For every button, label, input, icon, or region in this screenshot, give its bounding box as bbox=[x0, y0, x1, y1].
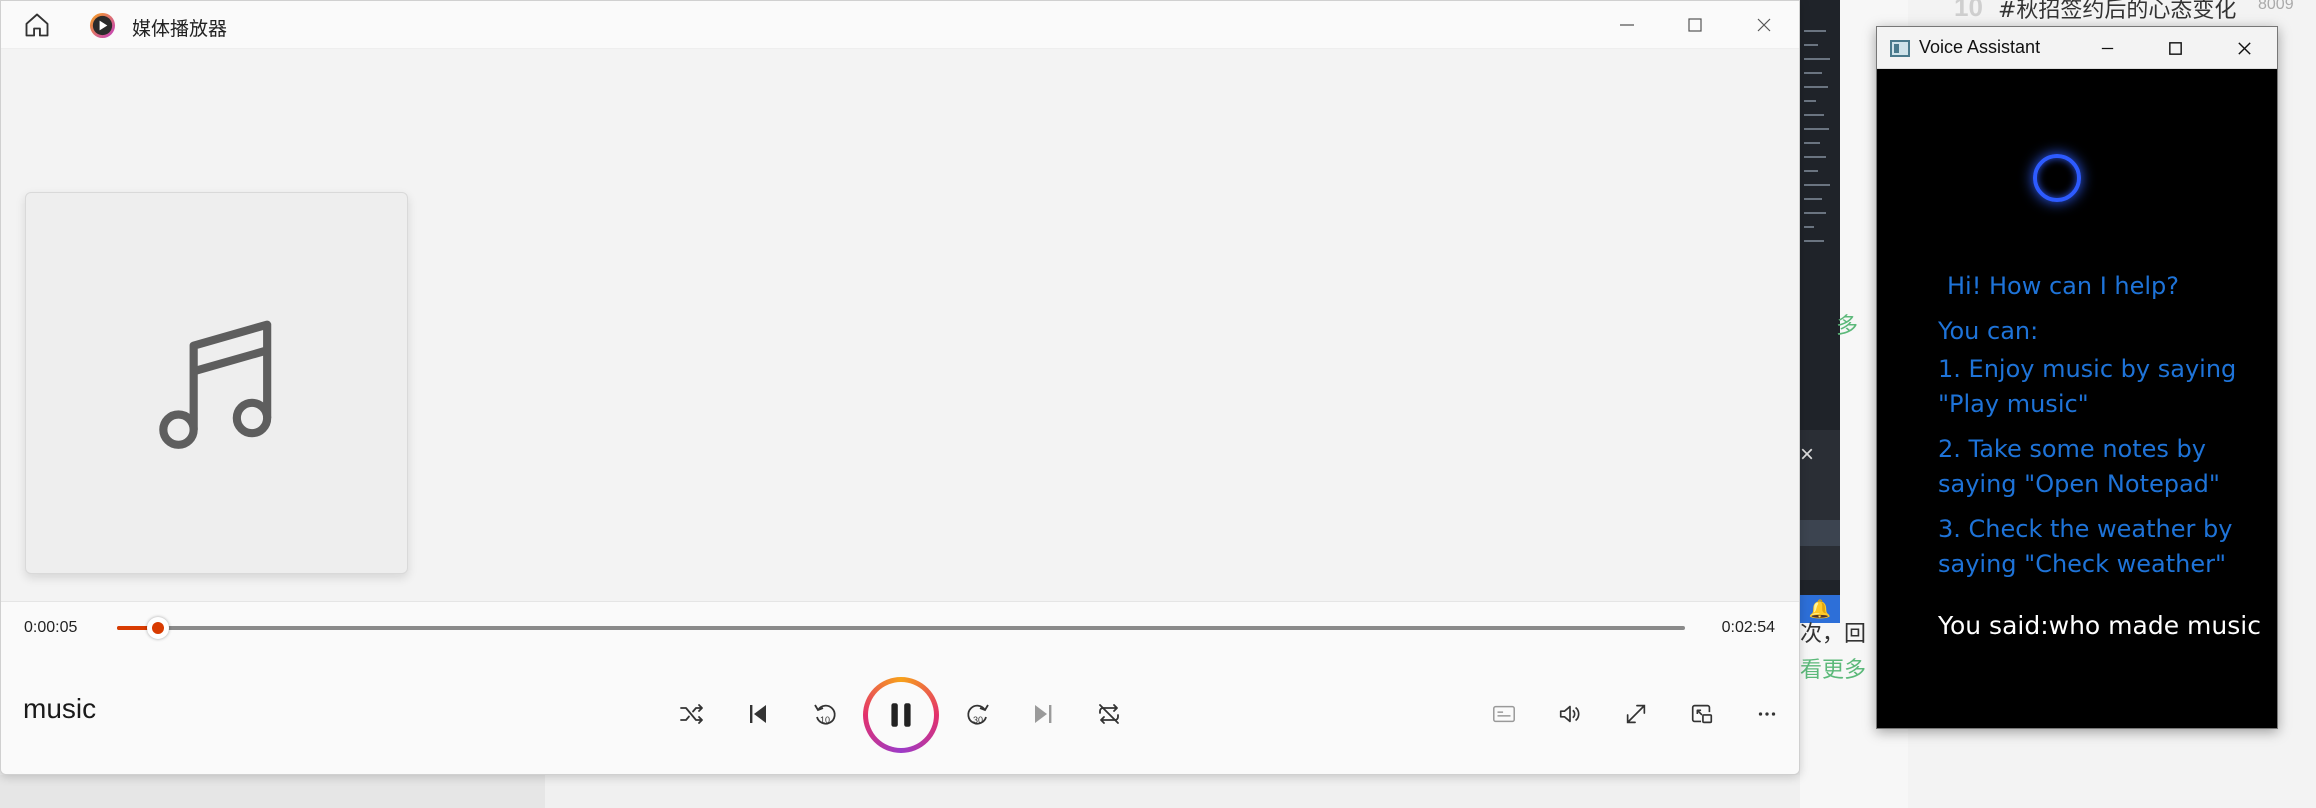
forward-30-button[interactable]: 30 bbox=[958, 694, 998, 734]
rewind-10-icon: 10 bbox=[814, 704, 836, 725]
assistant-tip: 3. Check the weather by saying "Check wea… bbox=[1938, 515, 2233, 578]
voice-assistant-window: Voice Assistant Hi! How can I help? You … bbox=[1876, 26, 2278, 729]
assistant-title: Voice Assistant bbox=[1919, 37, 2041, 57]
repeat-icon bbox=[1099, 704, 1119, 724]
repeat-button[interactable] bbox=[1089, 694, 1129, 734]
total-time: 0:02:54 bbox=[1721, 619, 1775, 636]
background-close-icon: × bbox=[1800, 441, 1815, 468]
seek-bar-thumb[interactable] bbox=[146, 617, 169, 639]
background-text: 次，回 bbox=[1800, 622, 1867, 647]
maximize-button[interactable] bbox=[1661, 1, 1729, 49]
app-window-icon bbox=[1890, 40, 1910, 57]
assistant-minimize-button[interactable] bbox=[2073, 27, 2141, 69]
window-title: 媒体播放器 bbox=[132, 18, 228, 40]
assistant-title-bar: Voice Assistant bbox=[1877, 27, 2277, 69]
next-icon bbox=[1035, 705, 1052, 723]
rewind-10-button[interactable]: 10 bbox=[805, 694, 845, 734]
assistant-transcript: You said:who made music bbox=[1938, 611, 2261, 640]
previous-button[interactable] bbox=[738, 694, 778, 734]
assistant-greeting: Hi! How can I help? bbox=[1947, 272, 2180, 300]
captions-button[interactable] bbox=[1484, 694, 1524, 734]
album-art bbox=[25, 192, 408, 574]
listening-orb-icon bbox=[2033, 154, 2081, 202]
assistant-tip: 2. Take some notes by saying "Open Notepa… bbox=[1938, 435, 2220, 498]
captions-icon bbox=[1493, 705, 1515, 723]
background-count: 8009 bbox=[2258, 0, 2294, 13]
fullscreen-icon bbox=[1626, 704, 1646, 724]
previous-icon bbox=[750, 705, 766, 723]
shuffle-icon bbox=[680, 704, 703, 724]
shuffle-button[interactable] bbox=[672, 694, 712, 734]
mini-player-button[interactable] bbox=[1682, 694, 1722, 734]
assistant-tip: 1. Enjoy music by saying "Play music" bbox=[1938, 355, 2237, 418]
more-icon bbox=[1758, 712, 1776, 716]
close-button[interactable] bbox=[1730, 1, 1798, 49]
forward-30-icon: 30 bbox=[967, 704, 989, 725]
current-time: 0:00:05 bbox=[24, 619, 78, 636]
minimize-button[interactable] bbox=[1593, 1, 1661, 49]
transport-controls: 0:00:05 0:02:54 music 10 30 bbox=[1, 601, 1799, 774]
background-topic: #秋招签约后的心态变化 bbox=[1998, 0, 2237, 23]
media-player-window: 媒体播放器 0:00:05 0:02:54 music 10 30 bbox=[0, 0, 1800, 775]
svg-text:10: 10 bbox=[820, 715, 830, 725]
pause-button[interactable] bbox=[863, 677, 939, 753]
media-player-logo-icon bbox=[89, 12, 116, 39]
assistant-close-button[interactable] bbox=[2210, 27, 2278, 69]
seek-bar[interactable] bbox=[117, 617, 1685, 639]
background-taskarea-left bbox=[0, 775, 545, 808]
track-title: music bbox=[23, 693, 97, 724]
mini-player-icon bbox=[1691, 704, 1713, 724]
fullscreen-button[interactable] bbox=[1616, 694, 1656, 734]
home-icon[interactable] bbox=[23, 11, 51, 39]
background-rank: 10 bbox=[1954, 0, 1983, 22]
volume-icon bbox=[1559, 705, 1580, 723]
background-more-link: 多 bbox=[1836, 314, 1859, 339]
next-button[interactable] bbox=[1023, 694, 1063, 734]
volume-button[interactable] bbox=[1550, 694, 1590, 734]
pause-icon bbox=[891, 703, 911, 727]
svg-text:30: 30 bbox=[973, 715, 983, 725]
background-see-more-link: 看更多 bbox=[1800, 658, 1867, 683]
title-bar: 媒体播放器 bbox=[1, 1, 1799, 49]
assistant-maximize-button[interactable] bbox=[2141, 27, 2209, 69]
music-note-icon bbox=[158, 320, 271, 449]
more-button[interactable] bbox=[1747, 694, 1787, 734]
assistant-you-can: You can: bbox=[1938, 317, 2039, 345]
